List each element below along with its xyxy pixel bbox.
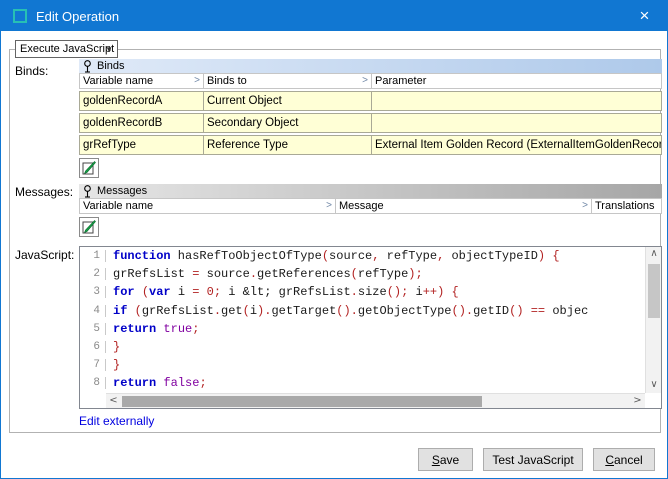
- vertical-scrollbar[interactable]: ∧ ∨: [645, 247, 661, 393]
- line-number: 4: [80, 305, 106, 317]
- table-cell[interactable]: [372, 113, 662, 133]
- line-number: 2: [80, 268, 106, 280]
- code-line[interactable]: 4if (grRefsList.get(i).getTarget().getOb…: [80, 302, 645, 320]
- binds-col-variable-name[interactable]: Variable name>: [79, 73, 204, 89]
- chevron-down-icon: ▼: [105, 45, 113, 54]
- code-text: if (grRefsList.get(i).getTarget().getObj…: [106, 304, 588, 318]
- code-lines[interactable]: 1function hasRefToObjectOfType(source, r…: [80, 247, 645, 393]
- binds-row-goldenRecordA[interactable]: goldenRecordA Current Object: [79, 91, 662, 111]
- binds-table-header: Variable name> Binds to> Parameter: [79, 73, 662, 89]
- scroll-left-icon[interactable]: <: [106, 394, 121, 409]
- table-cell[interactable]: External Item Golden Record (ExternalIte…: [372, 135, 662, 155]
- save-button[interactable]: Save: [418, 448, 473, 471]
- cancel-button[interactable]: Cancel: [593, 448, 655, 471]
- scroll-down-icon[interactable]: ∨: [646, 378, 662, 393]
- binds-col-binds-to[interactable]: Binds to>: [204, 73, 372, 89]
- code-text: }: [106, 358, 120, 372]
- messages-panel-title: Messages: [97, 185, 147, 197]
- titlebar: Edit Operation ×: [1, 1, 667, 31]
- table-cell[interactable]: Current Object: [204, 91, 372, 111]
- code-line[interactable]: 6}: [80, 338, 645, 356]
- table-cell[interactable]: goldenRecordB: [79, 113, 204, 133]
- code-line[interactable]: 7}: [80, 356, 645, 374]
- close-button[interactable]: ×: [622, 1, 667, 31]
- code-line[interactable]: 1function hasRefToObjectOfType(source, r…: [80, 247, 645, 265]
- binds-panel-title: Binds: [97, 60, 125, 72]
- binds-panel-header: Binds: [79, 59, 662, 73]
- binds-col-parameter[interactable]: Parameter: [372, 73, 662, 89]
- code-line[interactable]: 3for (var i = 0; i &lt; grRefsList.size(…: [80, 283, 645, 301]
- messages-table-header: Variable name> Message> Translations: [79, 198, 662, 214]
- messages-col-translations[interactable]: Translations: [592, 198, 662, 214]
- table-cell[interactable]: goldenRecordA: [79, 91, 204, 111]
- table-cell[interactable]: grRefType: [79, 135, 204, 155]
- code-text: return false;: [106, 376, 207, 390]
- vertical-scroll-thumb[interactable]: [648, 264, 660, 318]
- line-number: 8: [80, 377, 106, 389]
- operation-type-select[interactable]: Execute JavaScript ▼: [15, 40, 118, 58]
- sort-icon: >: [326, 200, 332, 211]
- messages-col-variable-name[interactable]: Variable name>: [79, 198, 336, 214]
- edit-operation-dialog: Edit Operation × Execute JavaScript ▼ Bi…: [0, 0, 668, 479]
- line-number: 5: [80, 323, 106, 335]
- table-cell[interactable]: Secondary Object: [204, 113, 372, 133]
- code-text: function hasRefToObjectOfType(source, re…: [106, 249, 560, 263]
- scroll-up-icon[interactable]: ∧: [646, 247, 662, 262]
- line-number: 7: [80, 359, 106, 371]
- code-line[interactable]: 5return true;: [80, 320, 645, 338]
- edit-icon: [82, 220, 96, 234]
- javascript-code-editor[interactable]: 1function hasRefToObjectOfType(source, r…: [79, 246, 662, 409]
- line-number: 1: [80, 250, 106, 262]
- scroll-right-icon[interactable]: >: [630, 394, 645, 409]
- code-line[interactable]: 8return false;: [80, 374, 645, 392]
- javascript-label: JavaScript:: [15, 248, 74, 262]
- edit-externally-link[interactable]: Edit externally: [79, 414, 154, 428]
- pin-icon: [83, 60, 92, 73]
- code-text: for (var i = 0; i &lt; grRefsList.size()…: [106, 285, 459, 299]
- dialog-title: Edit Operation: [36, 9, 119, 24]
- sort-icon: >: [362, 75, 368, 86]
- binds-row-goldenRecordB[interactable]: goldenRecordB Secondary Object: [79, 113, 662, 133]
- binds-row-grRefType[interactable]: grRefType Reference Type External Item G…: [79, 135, 662, 155]
- operation-type-value: Execute JavaScript: [20, 43, 114, 55]
- sort-icon: >: [582, 200, 588, 211]
- pin-icon: [83, 185, 92, 198]
- horizontal-scroll-thumb[interactable]: [122, 396, 482, 407]
- table-cell[interactable]: Reference Type: [204, 135, 372, 155]
- line-number: 3: [80, 286, 106, 298]
- edit-messages-button[interactable]: [79, 217, 99, 237]
- code-text: }: [106, 340, 120, 354]
- app-icon: [13, 9, 27, 23]
- table-cell[interactable]: [372, 91, 662, 111]
- messages-col-message[interactable]: Message>: [336, 198, 592, 214]
- line-number: 6: [80, 341, 106, 353]
- code-text: grRefsList = source.getReferences(refTyp…: [106, 267, 423, 281]
- edit-binds-button[interactable]: [79, 158, 99, 178]
- messages-label: Messages:: [15, 185, 73, 199]
- code-text: return true;: [106, 322, 199, 336]
- code-line[interactable]: 2grRefsList = source.getReferences(refTy…: [80, 265, 645, 283]
- horizontal-scrollbar[interactable]: < >: [106, 393, 645, 408]
- messages-panel-header: Messages: [79, 184, 662, 198]
- test-javascript-button[interactable]: Test JavaScript: [483, 448, 583, 471]
- binds-label: Binds:: [15, 64, 48, 78]
- edit-icon: [82, 161, 96, 175]
- sort-icon: >: [194, 75, 200, 86]
